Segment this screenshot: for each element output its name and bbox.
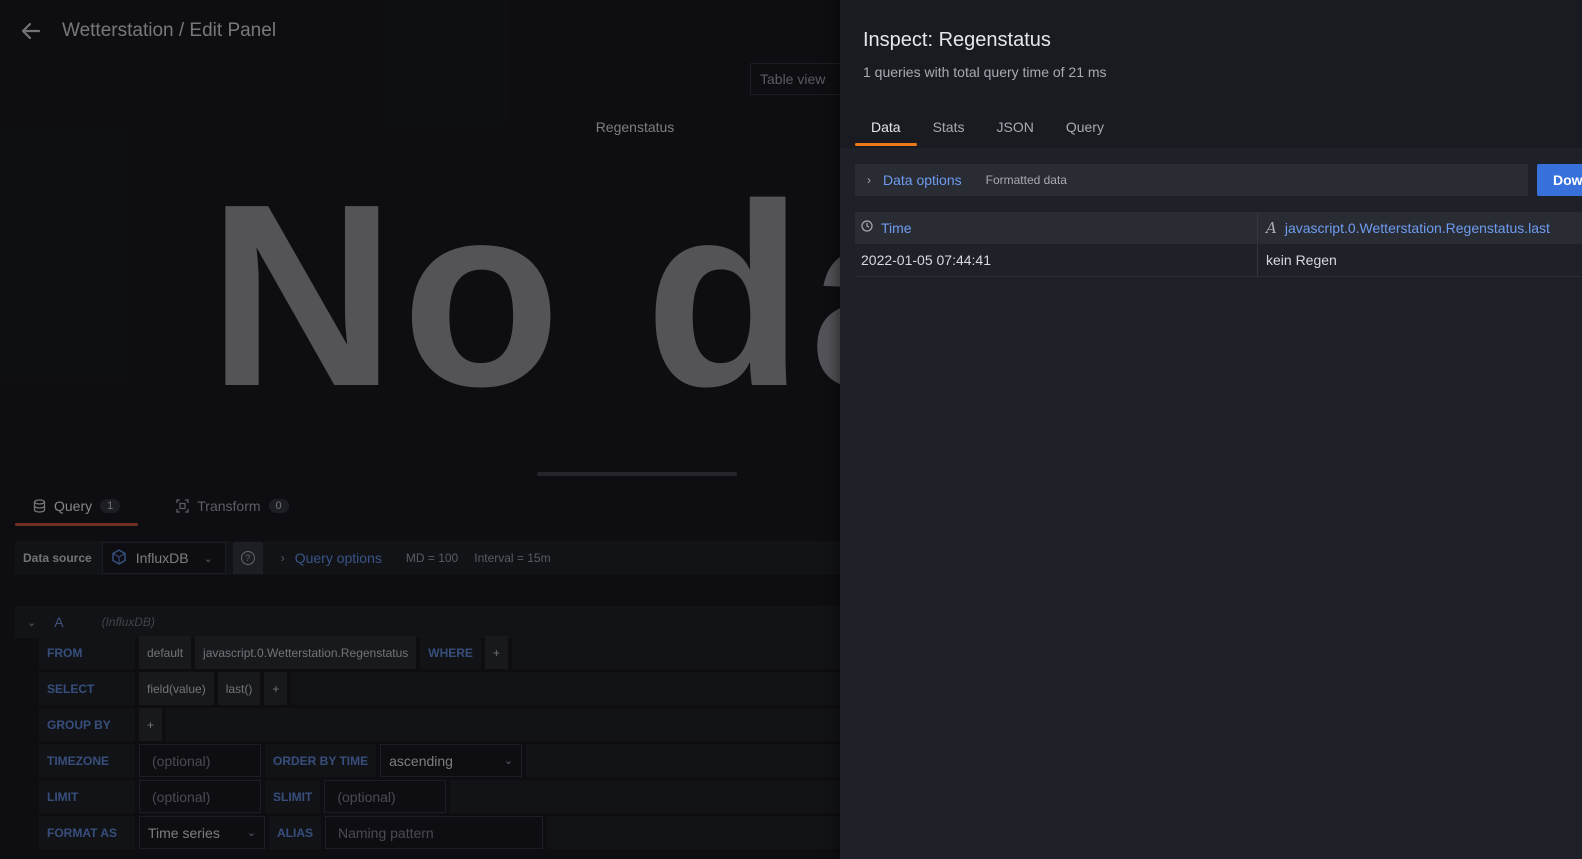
limit-keyword: LIMIT	[39, 780, 135, 813]
table-header-row: Time A javascript.0.Wetterstation.Regens…	[855, 212, 1582, 244]
chevron-down-icon: ⌄	[246, 827, 256, 839]
inspect-header: Inspect: Regenstatus 1 queries with tota…	[840, 0, 1582, 148]
format-value: Time series	[148, 824, 220, 841]
data-table: Time A javascript.0.Wetterstation.Regens…	[855, 212, 1582, 277]
query-datasource-name: (InfluxDB)	[101, 615, 155, 629]
inspect-title: Inspect: Regenstatus	[863, 29, 1051, 51]
alias-input[interactable]: Naming pattern	[325, 816, 543, 849]
datasource-row: Data source InfluxDB ⌄ ? › Query options…	[15, 541, 845, 575]
tab-json[interactable]: JSON	[980, 112, 1049, 146]
chevron-down-icon: ⌄	[503, 755, 514, 767]
orderby-keyword: ORDER BY TIME	[265, 744, 377, 777]
select-function[interactable]: last()	[217, 672, 261, 705]
data-options-summary: Formatted data	[985, 173, 1067, 187]
slimit-keyword: SLIMIT	[265, 780, 321, 813]
table-view-toggle[interactable]: Table view	[750, 63, 850, 95]
column-header-time-label: Time	[881, 219, 912, 236]
chevron-right-icon: ›	[867, 173, 871, 187]
datasource-label: Data source	[23, 551, 92, 565]
table-row: 2022-01-05 07:44:41 kein Regen	[855, 244, 1582, 277]
datasource-help-button[interactable]: ?	[232, 542, 263, 574]
inspect-drawer: Inspect: Regenstatus 1 queries with tota…	[840, 0, 1582, 859]
tab-query[interactable]: Query	[1050, 112, 1120, 146]
inspect-subtitle: 1 queries with total query time of 21 ms	[863, 64, 1107, 80]
column-header-time[interactable]: Time	[855, 212, 1258, 243]
query-a-header[interactable]: ⌄ A (InfluxDB)	[15, 606, 845, 638]
select-add-button[interactable]: +	[264, 672, 288, 705]
from-policy[interactable]: default	[139, 636, 192, 669]
query-row-select: SELECT field(value) last() +	[39, 672, 849, 705]
tab-query[interactable]: Query 1	[15, 490, 139, 526]
query-row-format: FORMAT AS Time series ⌄ ALIAS Naming pat…	[39, 816, 849, 849]
row-filler	[547, 816, 849, 849]
influxdb-icon	[111, 548, 127, 568]
row-filler	[450, 780, 849, 813]
query-options-toggle[interactable]: Query options	[295, 550, 382, 566]
inspect-tabs: Data Stats JSON Query	[855, 112, 1120, 146]
format-select[interactable]: Time series ⌄	[139, 816, 265, 849]
chevron-down-icon[interactable]: ⌄	[27, 616, 36, 629]
tab-query-count: 1	[100, 499, 121, 513]
column-header-value-label: javascript.0.Wetterstation.Regenstatus.l…	[1284, 219, 1550, 236]
datasource-selected: InfluxDB	[135, 550, 189, 566]
panel-resize-handle[interactable]	[537, 472, 737, 476]
cell-value: kein Regen	[1266, 252, 1337, 268]
query-ref-id[interactable]: A	[54, 614, 63, 630]
row-filler	[291, 672, 849, 705]
tab-query-label: Query	[54, 498, 93, 514]
select-keyword: SELECT	[39, 672, 135, 705]
format-keyword: FORMAT AS	[39, 816, 135, 849]
data-options-toggle[interactable]: Data options	[883, 172, 962, 188]
query-row-limit: LIMIT (optional) SLIMIT (optional)	[39, 780, 849, 813]
back-arrow-icon[interactable]	[20, 20, 42, 42]
download-csv-button[interactable]: Down	[1537, 164, 1582, 196]
tab-stats[interactable]: Stats	[917, 112, 981, 146]
row-filler	[511, 636, 849, 669]
clock-icon	[861, 220, 873, 235]
orderby-select[interactable]: ascending ⌄	[380, 744, 523, 777]
string-type-icon: A	[1266, 218, 1277, 237]
alias-keyword: ALIAS	[269, 816, 321, 849]
cell-time: 2022-01-05 07:44:41	[855, 244, 1258, 276]
editor-header: Wetterstation / Edit Panel	[0, 0, 840, 62]
row-filler	[166, 708, 849, 741]
query-row-timezone: TIMEZONE (optional) ORDER BY TIME ascend…	[39, 744, 849, 777]
orderby-value: ascending	[389, 752, 453, 769]
query-row-groupby: GROUP BY +	[39, 708, 849, 741]
tab-data[interactable]: Data	[855, 112, 917, 146]
database-icon	[33, 499, 46, 513]
transform-icon	[176, 499, 189, 513]
from-measurement[interactable]: javascript.0.Wetterstation.Regenstatus	[195, 636, 417, 669]
groupby-keyword: GROUP BY	[39, 708, 135, 741]
from-keyword: FROM	[39, 636, 135, 669]
timezone-input[interactable]: (optional)	[139, 744, 261, 777]
chevron-right-icon: ›	[280, 551, 285, 565]
chevron-down-icon: ⌄	[203, 552, 213, 565]
select-field[interactable]: field(value)	[139, 672, 214, 705]
help-icon: ?	[240, 551, 255, 565]
query-tabs: Query 1 Transform 0	[15, 490, 307, 526]
groupby-add-button[interactable]: +	[139, 708, 163, 741]
datasource-picker[interactable]: InfluxDB ⌄	[101, 542, 226, 574]
tab-transform-count: 0	[268, 499, 289, 513]
query-options-interval: Interval = 15m	[474, 551, 551, 565]
where-add-button[interactable]: +	[484, 636, 508, 669]
limit-input[interactable]: (optional)	[139, 780, 261, 813]
tab-transform[interactable]: Transform 0	[158, 490, 306, 522]
column-header-value[interactable]: A javascript.0.Wetterstation.Regenstatus…	[1258, 212, 1582, 243]
timezone-keyword: TIMEZONE	[39, 744, 135, 777]
query-row-from: FROM default javascript.0.Wetterstation.…	[39, 636, 849, 669]
query-options-md: MD = 100	[405, 551, 459, 565]
slimit-input[interactable]: (optional)	[324, 780, 447, 813]
where-keyword: WHERE	[420, 636, 481, 669]
row-filler	[526, 744, 849, 777]
tab-transform-label: Transform	[197, 498, 261, 514]
data-options-bar[interactable]: › Data options Formatted data	[855, 164, 1528, 196]
page-title: Wetterstation / Edit Panel	[62, 20, 277, 41]
